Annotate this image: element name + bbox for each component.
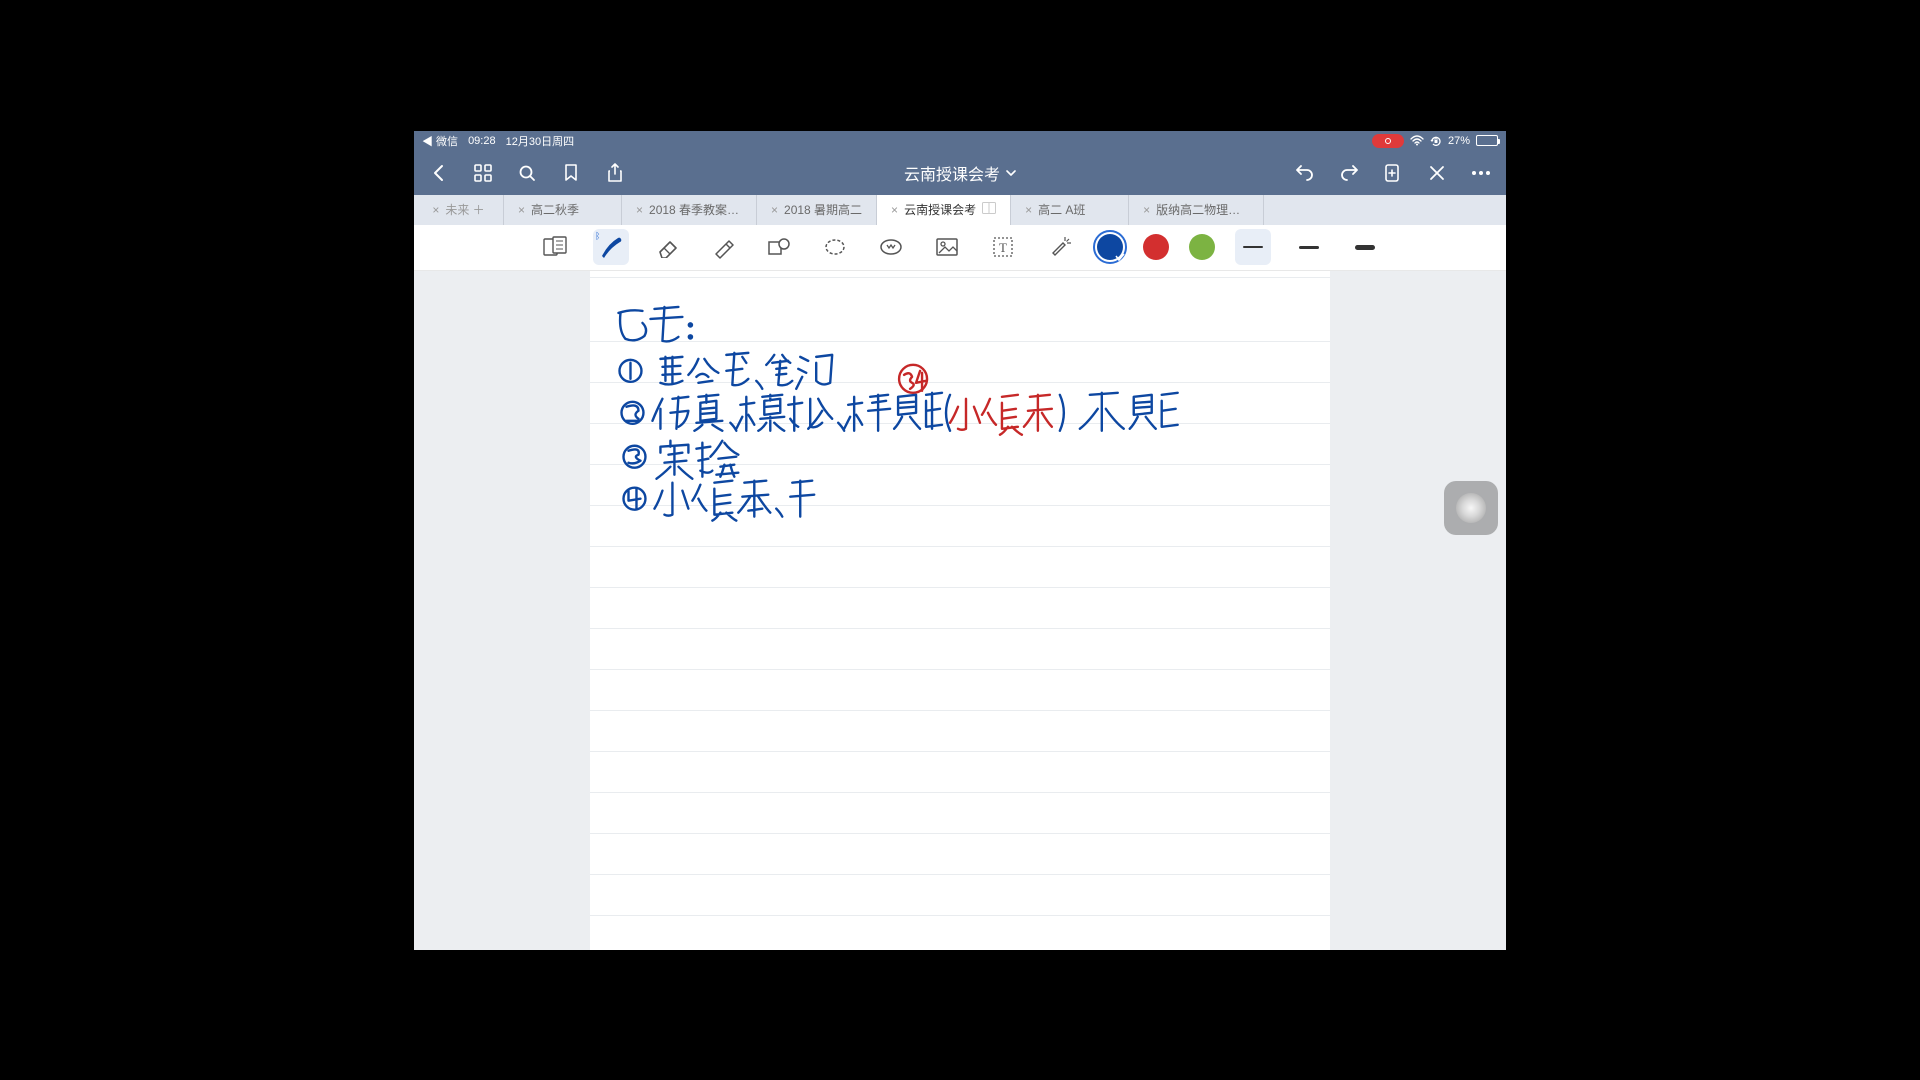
- paper[interactable]: [590, 271, 1330, 950]
- tab-高二秋季[interactable]: × 高二秋季: [504, 195, 622, 225]
- bookmark-icon[interactable]: [560, 162, 582, 184]
- assistive-touch[interactable]: [1444, 481, 1498, 535]
- tab-label: 版纳高二物理加油…: [1156, 201, 1249, 218]
- bluetooth-icon: ᛒ: [595, 231, 600, 241]
- tab-close-icon[interactable]: ×: [432, 204, 439, 216]
- svg-text:T: T: [999, 240, 1007, 255]
- color-red[interactable]: [1143, 234, 1169, 260]
- lasso-tool[interactable]: [817, 229, 853, 265]
- more-icon[interactable]: [1470, 162, 1492, 184]
- tab-未来[interactable]: × 未来 ＋: [414, 195, 504, 225]
- tab-label: 高二 A班: [1038, 201, 1085, 218]
- highlighter-tool[interactable]: [705, 229, 741, 265]
- tab-2018 暑期高二[interactable]: × 2018 暑期高二: [757, 195, 877, 225]
- tab-close-icon[interactable]: ×: [636, 204, 643, 216]
- image-tool[interactable]: [929, 229, 965, 265]
- tab-2018 春季教案板…[interactable]: × 2018 春季教案板…: [622, 195, 757, 225]
- page-title-wrap[interactable]: 云南授课会考: [904, 161, 1016, 185]
- sticker-tool[interactable]: [873, 229, 909, 265]
- orientation-lock-icon: [1430, 135, 1442, 147]
- undo-button[interactable]: [1294, 162, 1316, 184]
- add-page-icon[interactable]: [1382, 162, 1404, 184]
- assistive-touch-inner: [1456, 493, 1486, 523]
- tab-label: 2018 春季教案板…: [649, 201, 742, 218]
- split-view-icon[interactable]: [982, 202, 996, 217]
- laser-tool[interactable]: [1041, 229, 1077, 265]
- close-button[interactable]: [1426, 162, 1448, 184]
- tab-label: 2018 暑期高二: [784, 201, 862, 218]
- handwriting: [590, 271, 1330, 950]
- toolbar: ᛒ T: [414, 225, 1506, 271]
- text-tool[interactable]: T: [985, 229, 1021, 265]
- tab-label: 高二秋季: [531, 201, 579, 218]
- grid-icon[interactable]: [472, 162, 494, 184]
- page-template-tool[interactable]: [537, 229, 573, 265]
- color-green[interactable]: [1189, 234, 1215, 260]
- stroke-thin[interactable]: [1235, 229, 1271, 265]
- chevron-down-icon: [1006, 169, 1016, 177]
- nav-bar: 云南授课会考: [414, 151, 1506, 195]
- page-title: 云南授课会考: [904, 161, 1000, 185]
- redo-button[interactable]: [1338, 162, 1360, 184]
- tab-bar: ×未来 ＋×高二秋季×2018 春季教案板…×2018 暑期高二×云南授课会考×…: [414, 195, 1506, 225]
- tab-close-icon[interactable]: ×: [518, 204, 525, 216]
- stroke-thick[interactable]: [1347, 229, 1383, 265]
- recording-indicator[interactable]: [1372, 134, 1404, 148]
- battery-percent: 27%: [1448, 135, 1470, 147]
- tab-版纳高二物理加油…[interactable]: × 版纳高二物理加油…: [1129, 195, 1264, 225]
- search-icon[interactable]: [516, 162, 538, 184]
- back-button[interactable]: [428, 162, 450, 184]
- tab-label: 云南授课会考: [904, 201, 976, 218]
- wifi-icon: [1410, 135, 1424, 146]
- shape-tool[interactable]: [761, 229, 797, 265]
- status-date: 12月30日周四: [506, 133, 574, 149]
- battery-icon: [1476, 135, 1498, 146]
- tab-close-icon[interactable]: ×: [1025, 204, 1032, 216]
- tab-close-icon[interactable]: ×: [771, 204, 778, 216]
- tab-close-icon[interactable]: ×: [891, 204, 898, 216]
- share-icon[interactable]: [604, 162, 626, 184]
- tab-label: 未来 ＋: [445, 201, 484, 218]
- tab-高二 A班[interactable]: × 高二 A班: [1011, 195, 1129, 225]
- tab-close-icon[interactable]: ×: [1143, 204, 1150, 216]
- status-time: 09:28: [468, 135, 496, 147]
- canvas-area[interactable]: [414, 271, 1506, 950]
- ipad-screen: ◀ 微信 09:28 12月30日周四 27%: [414, 131, 1506, 950]
- stroke-medium[interactable]: [1291, 229, 1327, 265]
- color-blue[interactable]: [1097, 234, 1123, 260]
- pen-tool[interactable]: ᛒ: [593, 229, 629, 265]
- tab-云南授课会考[interactable]: × 云南授课会考: [877, 195, 1011, 225]
- back-to-app[interactable]: ◀ 微信: [422, 133, 458, 149]
- status-bar: ◀ 微信 09:28 12月30日周四 27%: [414, 131, 1506, 151]
- eraser-tool[interactable]: [649, 229, 685, 265]
